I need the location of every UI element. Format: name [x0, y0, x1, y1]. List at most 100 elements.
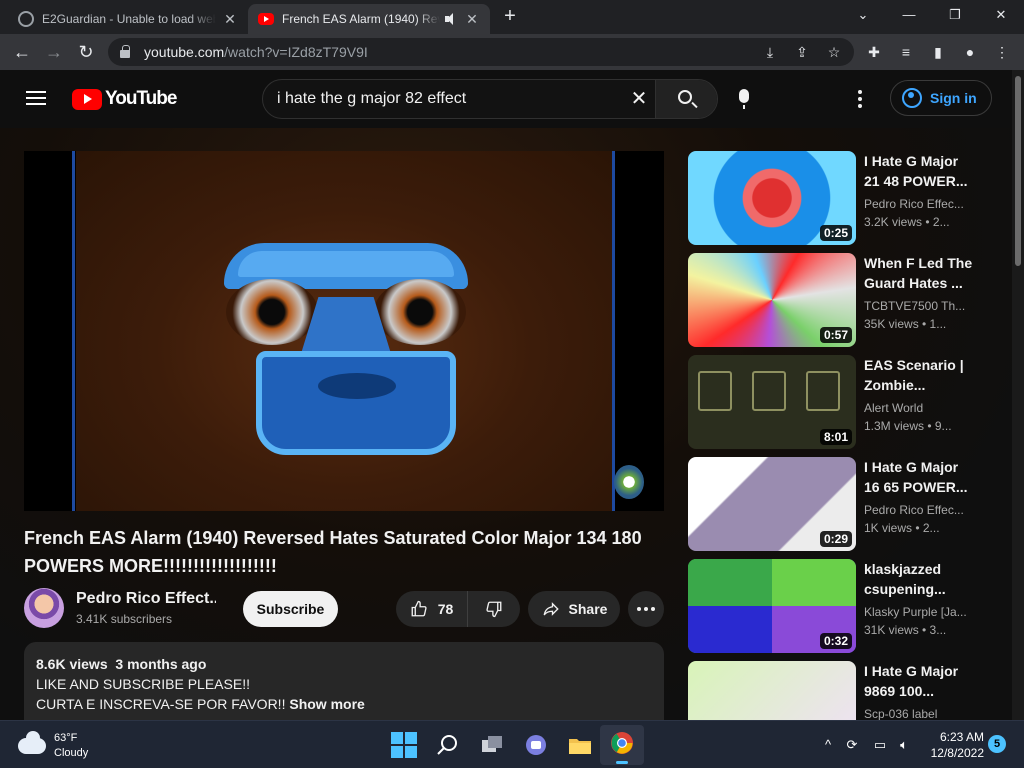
- description-line-2: CURTA E INSCREVA-SE POR FAVOR!! Show mor…: [36, 696, 365, 712]
- scrollbar-thumb[interactable]: [1015, 76, 1021, 266]
- recommended-title[interactable]: EAS Scenario | Zombie...: [864, 355, 976, 395]
- windows-taskbar: 63°F Cloudy ^ ⟳ ▭ 🔈︎ 6:23 AM 12/8/2022 5: [0, 720, 1024, 768]
- audio-playing-icon[interactable]: [444, 13, 458, 25]
- share-button[interactable]: Share: [528, 591, 620, 627]
- youtube-logo[interactable]: YouTube: [72, 88, 177, 110]
- voice-search-mic-icon[interactable]: [739, 89, 749, 109]
- recommended-title[interactable]: I Hate G Major 9869 100...: [864, 661, 976, 701]
- tab-title: E2Guardian - Unable to load web: [42, 12, 216, 26]
- recommended-video[interactable]: 8:01 EAS Scenario | Zombie... Alert Worl…: [688, 355, 998, 449]
- new-tab-button[interactable]: +: [500, 6, 520, 26]
- video-duration: 0:57: [819, 327, 852, 343]
- search-input[interactable]: [277, 80, 617, 118]
- view-count: 8.6K views: [36, 656, 108, 672]
- description-box[interactable]: 8.6K views 3 months ago LIKE AND SUBSCRI…: [24, 642, 664, 732]
- recommended-title[interactable]: When F Led The Guard Hates ...: [864, 253, 976, 293]
- task-view-icon[interactable]: [478, 731, 506, 759]
- recommended-channel[interactable]: Scp-036 label: [864, 707, 968, 720]
- close-tab-icon[interactable]: ✕: [464, 11, 480, 28]
- show-hidden-icons-chevron-icon[interactable]: ^: [820, 737, 836, 753]
- notification-badge[interactable]: 5: [988, 735, 1006, 753]
- bookmark-star-icon[interactable]: ☆: [826, 44, 842, 60]
- bed-sign-icon: [698, 371, 732, 411]
- dislike-button[interactable]: [468, 591, 520, 627]
- chrome-icon: [611, 732, 633, 754]
- skull-sign-icon: [752, 371, 786, 411]
- browser-toolbar: ← → ↻ youtube.com/watch?v=IZd8zT79V9I ⤓ …: [0, 34, 1024, 70]
- recommended-channel[interactable]: TCBTVE7500 Th...: [864, 299, 968, 313]
- side-panel-icon[interactable]: ▮: [928, 42, 948, 62]
- lock-icon[interactable]: [120, 45, 130, 58]
- chrome-menu-icon[interactable]: ⋮: [992, 42, 1012, 62]
- clear-search-icon[interactable]: ✕: [629, 89, 649, 109]
- minimize-button[interactable]: —: [886, 0, 932, 30]
- sync-alert-icon[interactable]: ⟳: [844, 737, 860, 753]
- back-button[interactable]: ←: [10, 40, 34, 64]
- sign-in-button[interactable]: Sign in: [890, 80, 992, 116]
- forward-button[interactable]: →: [42, 40, 66, 64]
- sign-in-label: Sign in: [930, 90, 977, 106]
- system-clock[interactable]: 6:23 AM 12/8/2022: [926, 729, 984, 761]
- recommended-video[interactable]: 0:29 I Hate G Major 16 65 POWER... Pedro…: [688, 457, 998, 551]
- search-button[interactable]: [655, 80, 717, 118]
- volume-icon[interactable]: 🔈︎: [896, 737, 912, 753]
- file-explorer-icon[interactable]: [566, 731, 594, 759]
- channel-avatar[interactable]: [24, 588, 64, 628]
- address-bar[interactable]: youtube.com/watch?v=IZd8zT79V9I ⤓ ⇪ ☆: [108, 38, 854, 66]
- media-control-icon[interactable]: ≡: [896, 42, 916, 62]
- teams-chat-icon[interactable]: [522, 731, 550, 759]
- reload-button[interactable]: ↻: [74, 40, 98, 64]
- recommended-title[interactable]: klaskjazzed csupening...: [864, 559, 976, 599]
- recommended-video[interactable]: 0:57 When F Led The Guard Hates ... TCBT…: [688, 253, 998, 347]
- recommended-channel[interactable]: Pedro Rico Effec...: [864, 197, 968, 211]
- install-app-icon[interactable]: ⤓: [762, 44, 778, 60]
- video-thumbnail[interactable]: [688, 661, 856, 720]
- weather-temperature: 63°F: [54, 732, 78, 744]
- channel-name[interactable]: Pedro Rico Effect...: [76, 590, 216, 608]
- recommended-video[interactable]: 0:25 I Hate G Major 21 48 POWER... Pedro…: [688, 151, 998, 245]
- channel-watermark-icon[interactable]: [614, 465, 644, 499]
- share-page-icon[interactable]: ⇪: [794, 44, 810, 60]
- video-thumbnail[interactable]: 8:01: [688, 355, 856, 449]
- taskbar-search-icon[interactable]: [434, 731, 462, 759]
- video-thumbnail[interactable]: 0:32: [688, 559, 856, 653]
- restore-button[interactable]: ❐: [932, 0, 978, 30]
- recommended-title[interactable]: I Hate G Major 21 48 POWER...: [864, 151, 976, 191]
- recommended-channel[interactable]: Alert World: [864, 401, 968, 415]
- video-player[interactable]: [24, 151, 664, 511]
- extensions-icon[interactable]: ✚: [864, 42, 884, 62]
- weather-widget[interactable]: 63°F Cloudy: [18, 731, 88, 761]
- recommended-video[interactable]: I Hate G Major 9869 100... Scp-036 label: [688, 661, 998, 720]
- tab-e2guardian[interactable]: E2Guardian - Unable to load web ✕: [8, 4, 248, 34]
- clock-date: 12/8/2022: [930, 746, 984, 760]
- recommended-channel[interactable]: Klasky Purple [Ja...: [864, 605, 968, 619]
- more-actions-button[interactable]: [628, 591, 664, 627]
- close-tab-icon[interactable]: ✕: [222, 11, 238, 28]
- share-arrow-icon: [543, 602, 559, 616]
- video-thumbnail[interactable]: 0:25: [688, 151, 856, 245]
- windows-start-icon[interactable]: [390, 731, 418, 759]
- recommended-video[interactable]: 0:32 klaskjazzed csupening... Klasky Pur…: [688, 559, 998, 653]
- thumbs-down-icon: [486, 601, 502, 618]
- thumb-quadrant: [772, 559, 856, 606]
- recommended-title[interactable]: I Hate G Major 16 65 POWER...: [864, 457, 976, 497]
- tab-search-chevron-icon[interactable]: ⌄: [840, 0, 886, 30]
- tab-youtube-video[interactable]: French EAS Alarm (1940) Rev ✕: [248, 4, 490, 34]
- hamburger-menu-icon[interactable]: [26, 91, 46, 105]
- network-icon[interactable]: ▭: [872, 737, 888, 753]
- settings-kebab-icon[interactable]: [858, 90, 862, 108]
- video-frame[interactable]: [76, 151, 612, 511]
- close-window-button[interactable]: ✕: [978, 0, 1024, 30]
- search-box: ✕: [262, 79, 718, 119]
- subscribe-button[interactable]: Subscribe: [243, 591, 338, 627]
- thumbs-up-icon: [411, 600, 427, 617]
- youtube-favicon-icon: [258, 13, 274, 25]
- profile-icon[interactable]: ●: [960, 42, 980, 62]
- chrome-taskbar-button[interactable]: [600, 725, 644, 765]
- recommended-channel[interactable]: Pedro Rico Effec...: [864, 503, 968, 517]
- like-button[interactable]: 78: [396, 591, 468, 627]
- show-more-link[interactable]: Show more: [289, 696, 364, 712]
- video-thumbnail[interactable]: 0:57: [688, 253, 856, 347]
- page-scrollbar[interactable]: [1012, 70, 1024, 720]
- video-thumbnail[interactable]: 0:29: [688, 457, 856, 551]
